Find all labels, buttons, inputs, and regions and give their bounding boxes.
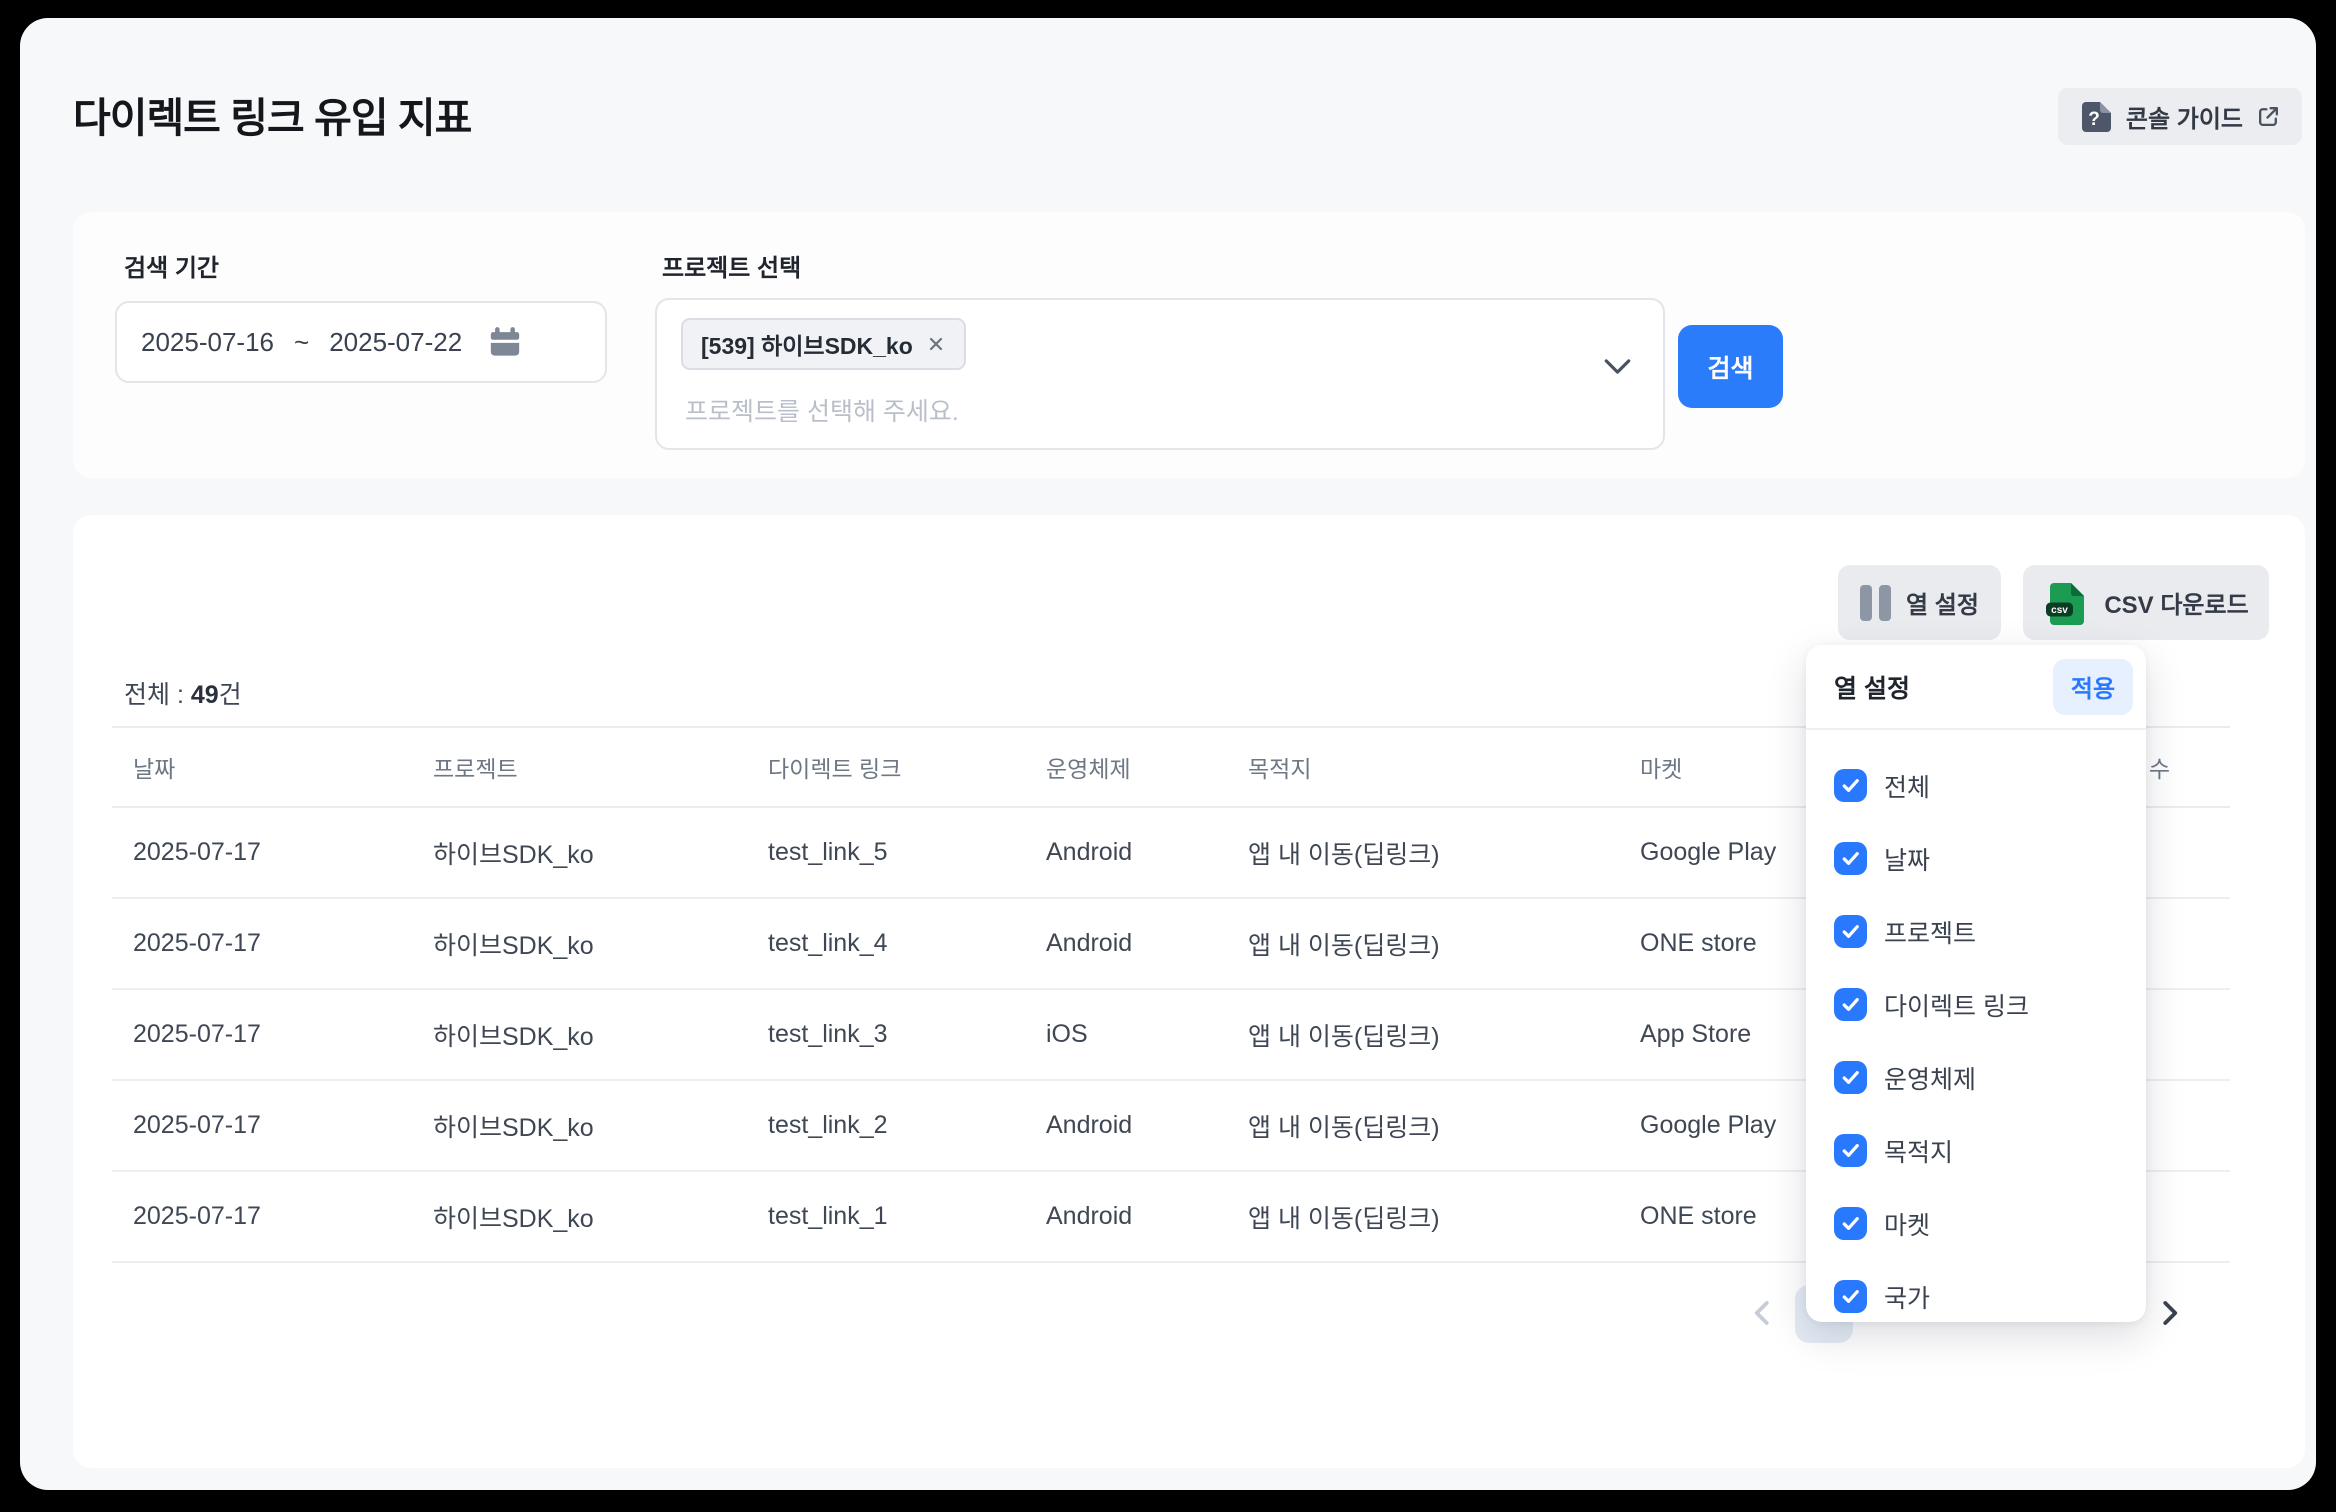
csv-download-button[interactable]: csv CSV 다운로드 [2023, 565, 2269, 640]
csv-file-icon: csv [2043, 580, 2089, 626]
selected-project-chip-label: [539] 하이브SDK_ko [701, 327, 913, 361]
checkbox-checked-icon[interactable] [1834, 988, 1867, 1021]
cell-os: Android [1025, 1171, 1227, 1262]
pagination-prev-icon[interactable] [1748, 1298, 1778, 1328]
cell-date: 2025-07-17 [112, 989, 412, 1080]
page-title: 다이렉트 링크 유입 지표 [73, 84, 471, 144]
cell-project: 하이브SDK_ko [412, 1080, 747, 1171]
period-end-value: 2025-07-22 [329, 327, 462, 358]
checkbox-checked-icon[interactable] [1834, 842, 1867, 875]
total-count-value: 49 [191, 681, 219, 709]
checkbox-checked-icon[interactable] [1834, 1134, 1867, 1167]
cell-os: Android [1025, 898, 1227, 989]
column-header-os: 운영체제 [1025, 727, 1227, 807]
column-header-project: 프로젝트 [412, 727, 747, 807]
cell-direct-link: test_link_5 [747, 807, 1025, 898]
period-label: 검색 기간 [124, 248, 219, 283]
popover-title: 열 설정 [1834, 669, 1910, 705]
cell-project: 하이브SDK_ko [412, 898, 747, 989]
column-option-destination[interactable]: 목적지 [1806, 1114, 2146, 1187]
checkbox-checked-icon[interactable] [1834, 1061, 1867, 1094]
cell-direct-link: test_link_2 [747, 1080, 1025, 1171]
app-window: 다이렉트 링크 유입 지표 ? 콘솔 가이드 검색 기간 2025-07-16 … [20, 18, 2316, 1490]
checkbox-checked-icon[interactable] [1834, 915, 1867, 948]
cell-project: 하이브SDK_ko [412, 807, 747, 898]
search-filter-panel: 검색 기간 2025-07-16 ~ 2025-07-22 프로젝트 선택 [5… [73, 212, 2305, 478]
chip-remove-icon[interactable] [926, 334, 946, 354]
cell-os: Android [1025, 807, 1227, 898]
date-range-input[interactable]: 2025-07-16 ~ 2025-07-22 [115, 301, 607, 383]
column-option-market[interactable]: 마켓 [1806, 1187, 2146, 1260]
external-link-icon [2256, 104, 2281, 129]
column-header-destination: 목적지 [1227, 727, 1619, 807]
column-settings-button[interactable]: 열 설정 [1838, 565, 2001, 640]
cell-date: 2025-07-17 [112, 898, 412, 989]
column-settings-button-label: 열 설정 [1906, 585, 1979, 620]
checkbox-checked-icon[interactable] [1834, 1207, 1867, 1240]
apply-button[interactable]: 적용 [2053, 659, 2133, 715]
checkbox-checked-icon[interactable] [1834, 1280, 1867, 1313]
calendar-icon [488, 325, 522, 359]
search-button[interactable]: 검색 [1678, 325, 1783, 408]
column-option-all[interactable]: 전체 [1806, 749, 2146, 822]
column-header-date: 날짜 [112, 727, 412, 807]
column-settings-popover: 열 설정 적용 전체 날짜 프로젝트 다이렉트 링크 운영체제 [1806, 645, 2146, 1322]
cell-direct-link: test_link_4 [747, 898, 1025, 989]
cell-destination: 앱 내 이동(딥링크) [1227, 807, 1619, 898]
cell-os: Android [1025, 1080, 1227, 1171]
cell-project: 하이브SDK_ko [412, 1171, 747, 1262]
period-separator: ~ [294, 327, 309, 358]
popover-header: 열 설정 적용 [1806, 645, 2146, 730]
pagination-next-icon[interactable] [2154, 1298, 2184, 1328]
checkbox-checked-icon[interactable] [1834, 769, 1867, 802]
cell-direct-link: test_link_3 [747, 989, 1025, 1080]
cell-destination: 앱 내 이동(딥링크) [1227, 898, 1619, 989]
total-count: 전체 : 49건 [124, 675, 242, 711]
cell-destination: 앱 내 이동(딥링크) [1227, 989, 1619, 1080]
column-option-direct-link[interactable]: 다이렉트 링크 [1806, 968, 2146, 1041]
console-guide-label: 콘솔 가이드 [2126, 99, 2243, 134]
column-option-os[interactable]: 운영체제 [1806, 1041, 2146, 1114]
console-guide-button[interactable]: ? 콘솔 가이드 [2058, 88, 2302, 145]
project-select-placeholder: 프로젝트를 선택해 주세요. [685, 392, 959, 428]
help-document-icon: ? [2079, 100, 2113, 134]
column-header-direct-link: 다이렉트 링크 [747, 727, 1025, 807]
column-option-project[interactable]: 프로젝트 [1806, 895, 2146, 968]
svg-text:csv: csv [2051, 605, 2068, 616]
project-multiselect[interactable]: [539] 하이브SDK_ko 프로젝트를 선택해 주세요. [655, 298, 1665, 450]
svg-text:?: ? [2088, 109, 2100, 130]
project-select-label: 프로젝트 선택 [662, 248, 801, 283]
cell-os: iOS [1025, 989, 1227, 1080]
cell-date: 2025-07-17 [112, 807, 412, 898]
selected-project-chip[interactable]: [539] 하이브SDK_ko [681, 318, 966, 370]
cell-destination: 앱 내 이동(딥링크) [1227, 1080, 1619, 1171]
csv-download-button-label: CSV 다운로드 [2104, 585, 2248, 620]
period-start-value: 2025-07-16 [141, 327, 274, 358]
popover-column-list: 전체 날짜 프로젝트 다이렉트 링크 운영체제 목적지 [1806, 730, 2146, 1333]
cell-project: 하이브SDK_ko [412, 989, 747, 1080]
column-option-date[interactable]: 날짜 [1806, 822, 2146, 895]
cell-destination: 앱 내 이동(딥링크) [1227, 1171, 1619, 1262]
column-option-country[interactable]: 국가 [1806, 1260, 2146, 1333]
columns-icon [1860, 585, 1891, 621]
chevron-down-icon[interactable] [1604, 358, 1631, 375]
cell-direct-link: test_link_1 [747, 1171, 1025, 1262]
cell-date: 2025-07-17 [112, 1080, 412, 1171]
cell-date: 2025-07-17 [112, 1171, 412, 1262]
